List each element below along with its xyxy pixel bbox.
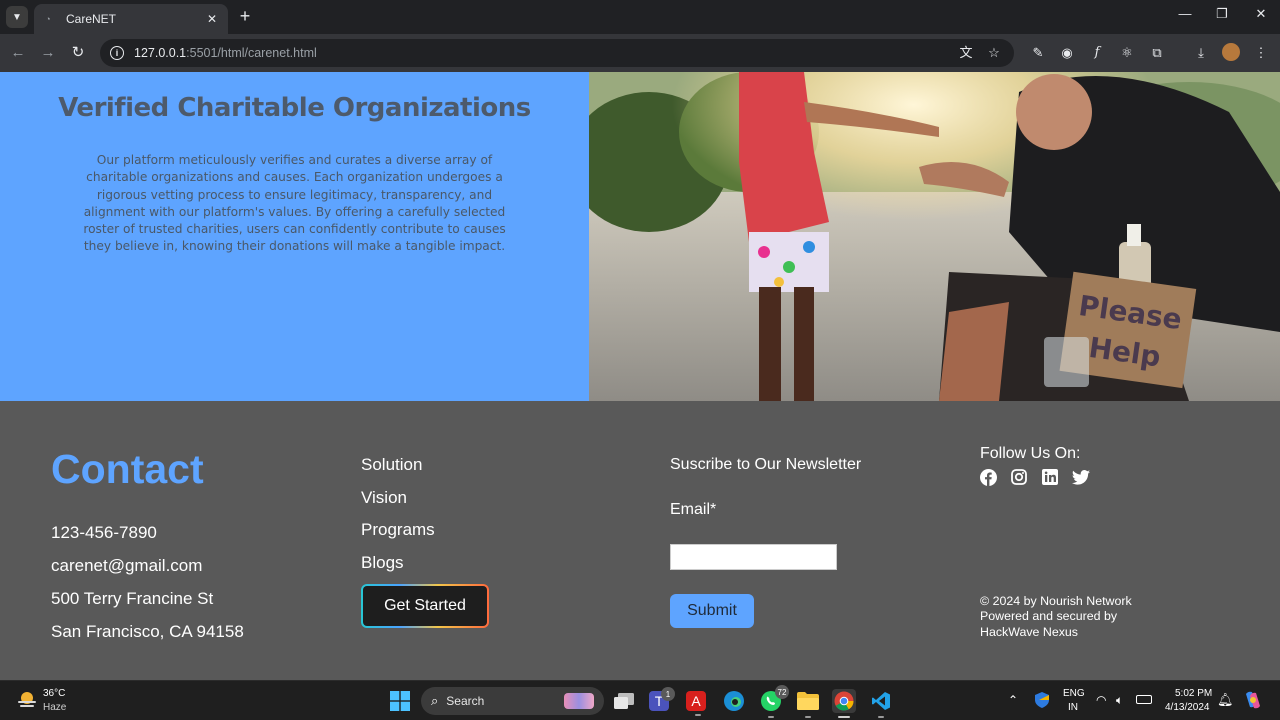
battery-icon[interactable] — [1136, 695, 1152, 704]
notification-bell-icon[interactable]: 🔔︎ — [1217, 692, 1234, 708]
copyright-text: © 2024 by Nourish Network Powered and se… — [980, 594, 1132, 639]
charity-photo-illustration: Please Help — [589, 72, 1280, 401]
downloads-icon[interactable]: ⤓ — [1192, 44, 1210, 62]
acrobat-running-indicator — [695, 714, 701, 716]
browser-tab[interactable]: ◔ CareNET ✕ — [34, 4, 228, 34]
bookmark-star-icon[interactable]: ☆ — [986, 45, 1002, 61]
vscode-running-indicator — [878, 716, 884, 718]
back-button[interactable]: ← — [8, 43, 28, 63]
email-label: Email* — [670, 501, 717, 518]
search-icon: ⌕ — [431, 693, 439, 708]
email-input[interactable] — [670, 544, 837, 570]
language-code[interactable]: ENG — [1063, 688, 1085, 699]
whatsapp-icon[interactable]: 72 — [759, 685, 789, 718]
address-bar[interactable]: i 127.0.0.1:5501/html/carenet.html 文 ☆ — [100, 39, 1014, 67]
windows-start-icon[interactable] — [388, 689, 412, 713]
footer-link-vision[interactable]: Vision — [361, 488, 407, 508]
new-tab-button[interactable]: + — [236, 7, 254, 25]
chrome-active-indicator — [838, 716, 850, 718]
section-description: Our platform meticulously verifies and c… — [83, 153, 506, 254]
follow-title: Follow Us On: — [980, 445, 1081, 462]
edge-icon[interactable] — [722, 689, 746, 713]
extension-fx-icon[interactable]: f — [1088, 44, 1106, 62]
browser-toolbar: ← → ↻ i 127.0.0.1:5501/html/carenet.html… — [0, 34, 1280, 72]
site-footer: Contact 123-456-7890 carenet@gmail.com 5… — [0, 401, 1280, 680]
tab-title: CareNET — [66, 12, 117, 26]
weather-temperature[interactable]: 36°C — [43, 688, 65, 699]
extensions-puzzle-icon[interactable]: ⧉ — [1148, 44, 1166, 62]
task-view-icon[interactable] — [612, 689, 636, 713]
search-label: Search — [446, 694, 485, 708]
translate-icon[interactable]: 文 — [958, 45, 974, 61]
chrome-icon[interactable] — [832, 689, 856, 718]
reload-button[interactable]: ↻ — [68, 43, 88, 63]
browser-tab-bar: ▼ ◔ CareNET ✕ + — ❐ ✕ — [0, 0, 1280, 34]
footer-link-solution[interactable]: Solution — [361, 455, 422, 475]
footer-link-blogs[interactable]: Blogs — [361, 553, 404, 573]
extension-react-icon[interactable]: ⚛ — [1118, 44, 1136, 62]
acrobat-icon[interactable]: A — [686, 691, 706, 716]
charity-photo: Please Help — [589, 72, 1280, 401]
language-region[interactable]: IN — [1068, 702, 1078, 713]
vscode-icon[interactable] — [869, 689, 893, 718]
clock-date[interactable]: 4/13/2024 — [1165, 702, 1210, 713]
twitter-icon[interactable] — [1072, 468, 1090, 486]
weather-description[interactable]: Haze — [43, 702, 66, 713]
menu-kebab-icon[interactable]: ⋮ — [1252, 44, 1270, 62]
tab-search-button[interactable]: ▼ — [6, 6, 28, 28]
whatsapp-running-indicator — [768, 716, 774, 718]
contact-email: carenet@gmail.com — [51, 556, 203, 575]
instagram-icon[interactable] — [1010, 468, 1028, 486]
get-started-label: Get Started — [363, 586, 487, 626]
newsletter-title: Suscribe to Our Newsletter — [670, 456, 862, 473]
windows-taskbar: 36°C Haze ⌕ Search T 1 A 72 ⌃ ENG IN ◠ 🔈… — [0, 680, 1280, 720]
defender-shield-icon[interactable] — [1034, 692, 1050, 708]
tab-close-icon[interactable]: ✕ — [204, 12, 220, 26]
teams-badge: 1 — [661, 687, 675, 701]
contact-title: Contact — [51, 446, 204, 492]
contact-phone: 123-456-7890 — [51, 523, 157, 542]
verified-section: Verified Charitable Organizations Our pl… — [0, 72, 589, 401]
clock-time[interactable]: 5:02 PM — [1175, 688, 1212, 699]
extension-camera-icon[interactable]: ◉ — [1058, 44, 1076, 62]
submit-button[interactable]: Submit — [670, 594, 754, 628]
taskbar-search[interactable]: ⌕ Search — [421, 687, 604, 715]
footer-link-programs[interactable]: Programs — [361, 520, 435, 540]
search-highlight-icon — [564, 693, 594, 709]
profile-avatar[interactable] — [1222, 43, 1240, 61]
site-info-icon[interactable]: i — [110, 46, 124, 60]
forward-button[interactable]: → — [38, 43, 58, 63]
linkedin-icon[interactable] — [1041, 468, 1059, 486]
whatsapp-badge: 72 — [775, 685, 789, 699]
contact-street: 500 Terry Francine St — [51, 589, 214, 608]
minimize-button[interactable]: — — [1175, 6, 1195, 21]
weather-haze-icon[interactable] — [16, 689, 38, 711]
contact-city: San Francisco, CA 94158 — [51, 622, 244, 641]
page-favicon-icon: ◔ — [45, 14, 51, 24]
section-title: Verified Charitable Organizations — [58, 93, 531, 123]
file-explorer-icon[interactable] — [796, 689, 820, 718]
wifi-icon[interactable]: ◠ — [1096, 693, 1106, 707]
extension-brush-icon[interactable]: ✎ — [1029, 44, 1047, 62]
volume-icon[interactable]: 🔈︎ — [1116, 693, 1123, 708]
restore-button[interactable]: ❐ — [1212, 6, 1232, 22]
show-hidden-icons-chevron-icon[interactable]: ⌃ — [1008, 693, 1018, 707]
teams-icon[interactable]: T 1 — [649, 687, 675, 711]
url-text: 127.0.0.1:5501/html/carenet.html — [134, 46, 317, 60]
explorer-running-indicator — [805, 716, 811, 718]
facebook-icon[interactable] — [979, 468, 997, 486]
window-close-button[interactable]: ✕ — [1251, 6, 1271, 22]
copilot-icon[interactable] — [1243, 690, 1263, 710]
get-started-button[interactable]: Get Started — [361, 584, 489, 628]
page-viewport: Verified Charitable Organizations Our pl… — [0, 72, 1280, 680]
